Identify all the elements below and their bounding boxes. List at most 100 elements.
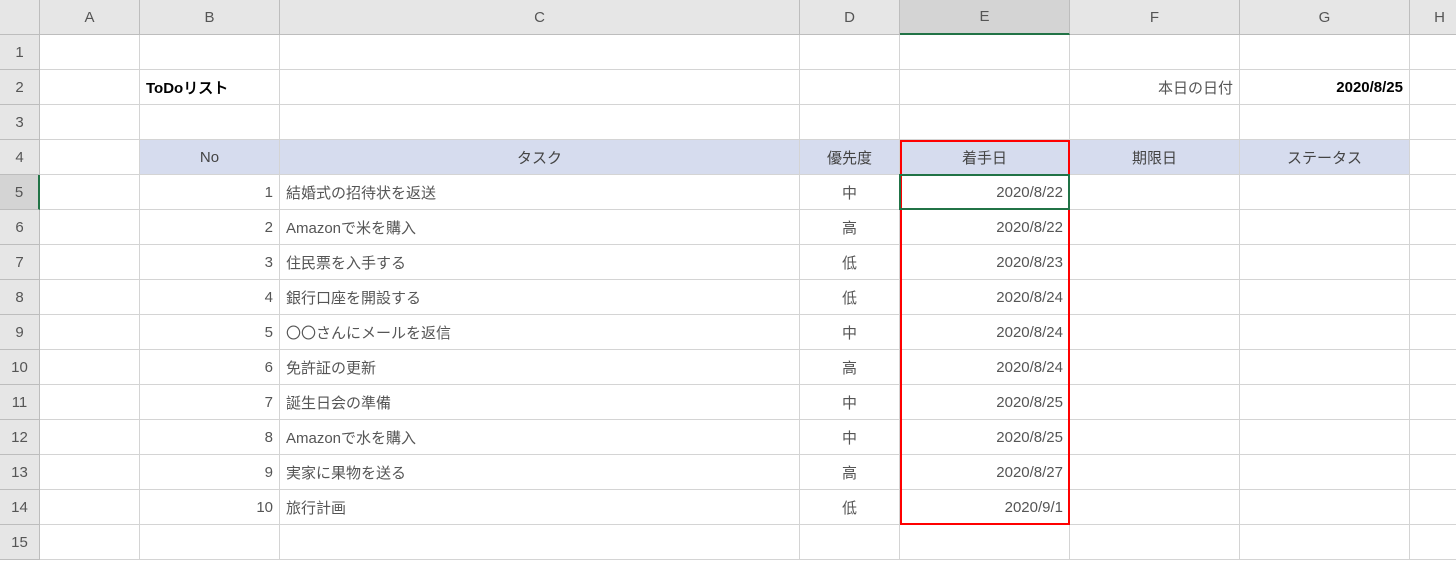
cell-C9[interactable]: 〇〇さんにメールを返信: [280, 315, 800, 350]
cell-C4[interactable]: タスク: [280, 140, 800, 175]
cell-F10[interactable]: [1070, 350, 1240, 385]
cell-F15[interactable]: [1070, 525, 1240, 560]
cell-C6[interactable]: Amazonで米を購入: [280, 210, 800, 245]
cell-G5[interactable]: [1240, 175, 1410, 210]
cell-A13[interactable]: [40, 455, 140, 490]
cell-A14[interactable]: [40, 490, 140, 525]
col-header-A[interactable]: A: [40, 0, 140, 35]
cell-E2[interactable]: [900, 70, 1070, 105]
cell-D5[interactable]: 中: [800, 175, 900, 210]
cell-C5[interactable]: 結婚式の招待状を返送: [280, 175, 800, 210]
col-header-G[interactable]: G: [1240, 0, 1410, 35]
cell-B14[interactable]: 10: [140, 490, 280, 525]
cell-G9[interactable]: [1240, 315, 1410, 350]
cell-E15[interactable]: [900, 525, 1070, 560]
cell-H14[interactable]: [1410, 490, 1456, 525]
col-header-B[interactable]: B: [140, 0, 280, 35]
cell-D7[interactable]: 低: [800, 245, 900, 280]
cell-E10[interactable]: 2020/8/24: [900, 350, 1070, 385]
cell-D9[interactable]: 中: [800, 315, 900, 350]
cell-F12[interactable]: [1070, 420, 1240, 455]
cell-A2[interactable]: [40, 70, 140, 105]
cell-E1[interactable]: [900, 35, 1070, 70]
cell-B9[interactable]: 5: [140, 315, 280, 350]
cell-D15[interactable]: [800, 525, 900, 560]
spreadsheet-grid[interactable]: ABCDEFGH12ToDoリスト本日の日付2020/8/2534Noタスク優先…: [0, 0, 1456, 560]
cell-D10[interactable]: 高: [800, 350, 900, 385]
cell-H3[interactable]: [1410, 105, 1456, 140]
cell-G15[interactable]: [1240, 525, 1410, 560]
cell-E12[interactable]: 2020/8/25: [900, 420, 1070, 455]
cell-F9[interactable]: [1070, 315, 1240, 350]
cell-H11[interactable]: [1410, 385, 1456, 420]
row-header-3[interactable]: 3: [0, 105, 40, 140]
row-header-8[interactable]: 8: [0, 280, 40, 315]
cell-B6[interactable]: 2: [140, 210, 280, 245]
cell-D11[interactable]: 中: [800, 385, 900, 420]
cell-F3[interactable]: [1070, 105, 1240, 140]
cell-H10[interactable]: [1410, 350, 1456, 385]
cell-F7[interactable]: [1070, 245, 1240, 280]
cell-B8[interactable]: 4: [140, 280, 280, 315]
cell-F1[interactable]: [1070, 35, 1240, 70]
cell-A6[interactable]: [40, 210, 140, 245]
row-header-15[interactable]: 15: [0, 525, 40, 560]
col-header-C[interactable]: C: [280, 0, 800, 35]
cell-G13[interactable]: [1240, 455, 1410, 490]
cell-G8[interactable]: [1240, 280, 1410, 315]
cell-C14[interactable]: 旅行計画: [280, 490, 800, 525]
row-header-4[interactable]: 4: [0, 140, 40, 175]
cell-D1[interactable]: [800, 35, 900, 70]
cell-A3[interactable]: [40, 105, 140, 140]
row-header-10[interactable]: 10: [0, 350, 40, 385]
cell-F14[interactable]: [1070, 490, 1240, 525]
cell-B1[interactable]: [140, 35, 280, 70]
cell-D13[interactable]: 高: [800, 455, 900, 490]
cell-B5[interactable]: 1: [140, 175, 280, 210]
row-header-9[interactable]: 9: [0, 315, 40, 350]
cell-H13[interactable]: [1410, 455, 1456, 490]
cell-H5[interactable]: [1410, 175, 1456, 210]
cell-A15[interactable]: [40, 525, 140, 560]
cell-G1[interactable]: [1240, 35, 1410, 70]
cell-B13[interactable]: 9: [140, 455, 280, 490]
cell-E4[interactable]: 着手日: [900, 140, 1070, 175]
cell-A5[interactable]: [40, 175, 140, 210]
cell-E9[interactable]: 2020/8/24: [900, 315, 1070, 350]
cell-B7[interactable]: 3: [140, 245, 280, 280]
cell-A1[interactable]: [40, 35, 140, 70]
cell-F8[interactable]: [1070, 280, 1240, 315]
cell-H6[interactable]: [1410, 210, 1456, 245]
cell-D3[interactable]: [800, 105, 900, 140]
cell-C15[interactable]: [280, 525, 800, 560]
cell-C10[interactable]: 免許証の更新: [280, 350, 800, 385]
select-all-corner[interactable]: [0, 0, 40, 35]
cell-H9[interactable]: [1410, 315, 1456, 350]
cell-A9[interactable]: [40, 315, 140, 350]
cell-D14[interactable]: 低: [800, 490, 900, 525]
cell-B3[interactable]: [140, 105, 280, 140]
cell-A10[interactable]: [40, 350, 140, 385]
col-header-F[interactable]: F: [1070, 0, 1240, 35]
cell-E3[interactable]: [900, 105, 1070, 140]
cell-A7[interactable]: [40, 245, 140, 280]
cell-G14[interactable]: [1240, 490, 1410, 525]
row-header-6[interactable]: 6: [0, 210, 40, 245]
cell-C8[interactable]: 銀行口座を開設する: [280, 280, 800, 315]
cell-F4[interactable]: 期限日: [1070, 140, 1240, 175]
col-header-H[interactable]: H: [1410, 0, 1456, 35]
cell-G11[interactable]: [1240, 385, 1410, 420]
row-header-1[interactable]: 1: [0, 35, 40, 70]
cell-C11[interactable]: 誕生日会の準備: [280, 385, 800, 420]
cell-G3[interactable]: [1240, 105, 1410, 140]
cell-D12[interactable]: 中: [800, 420, 900, 455]
cell-H8[interactable]: [1410, 280, 1456, 315]
cell-H4[interactable]: [1410, 140, 1456, 175]
cell-G12[interactable]: [1240, 420, 1410, 455]
cell-H12[interactable]: [1410, 420, 1456, 455]
cell-A12[interactable]: [40, 420, 140, 455]
cell-C12[interactable]: Amazonで水を購入: [280, 420, 800, 455]
cell-D6[interactable]: 高: [800, 210, 900, 245]
cell-E13[interactable]: 2020/8/27: [900, 455, 1070, 490]
cell-F13[interactable]: [1070, 455, 1240, 490]
